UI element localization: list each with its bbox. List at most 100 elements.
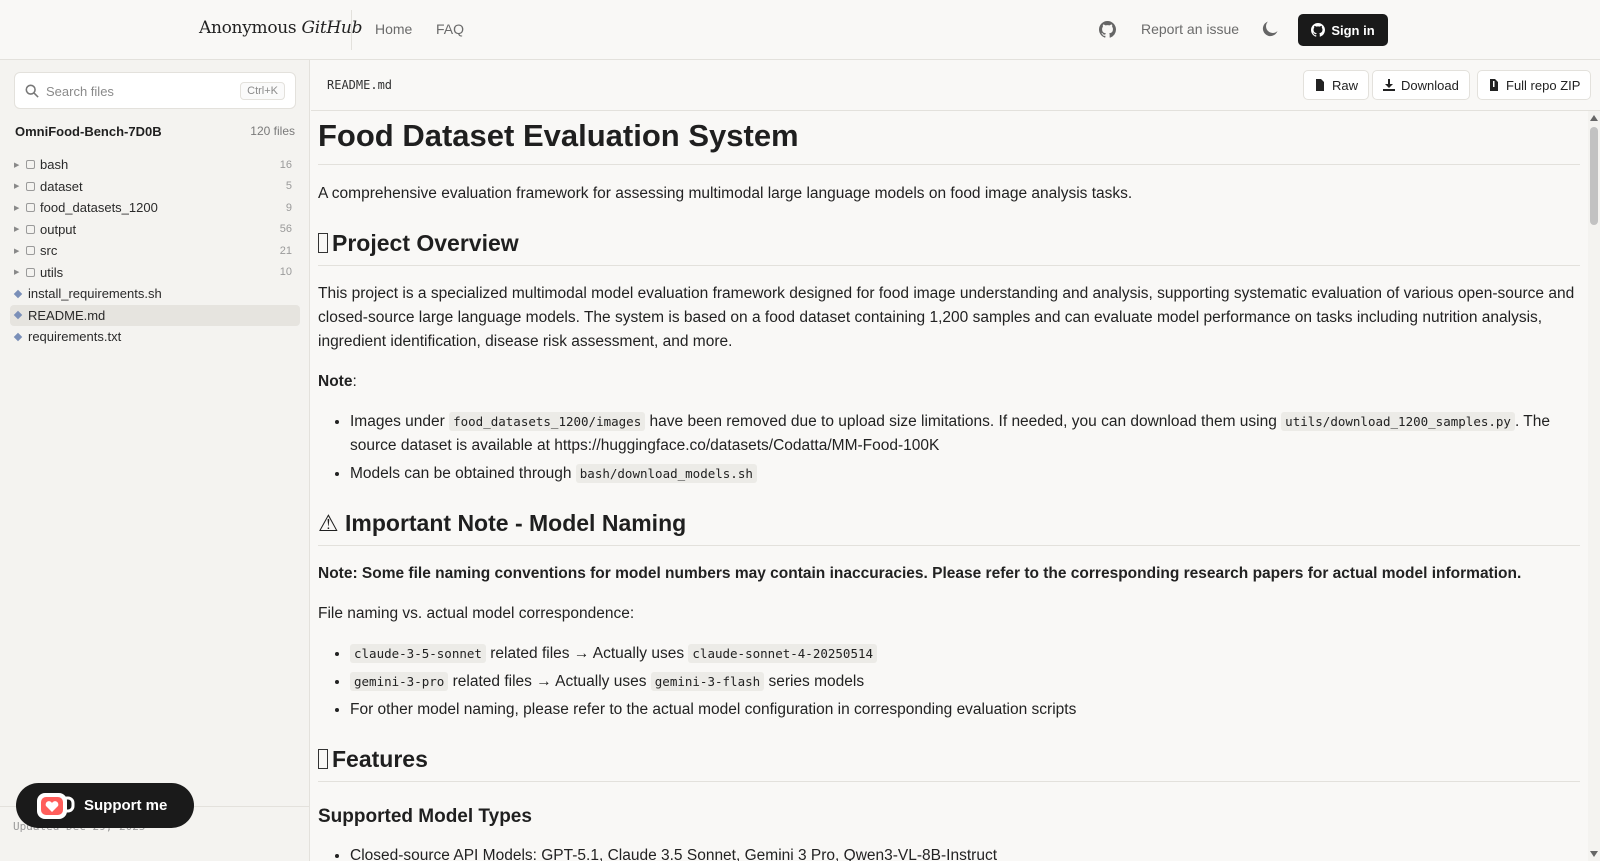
folder-label: food_datasets_1200 — [40, 200, 158, 216]
list-item: Models can be obtained through bash/down… — [350, 462, 1580, 486]
folder-icon — [26, 267, 35, 277]
report-issue-link[interactable]: Report an issue — [1141, 21, 1239, 37]
caret-right-icon: ▶ — [14, 226, 20, 234]
tree-file-install-requirements[interactable]: install_requirements.sh — [10, 283, 300, 305]
sign-in-label: Sign in — [1331, 22, 1375, 38]
list-item: gemini-3-pro related files → Actually us… — [350, 670, 1580, 694]
note-list: Images under food_datasets_1200/images h… — [318, 410, 1580, 486]
folder-icon — [26, 203, 35, 213]
raw-button[interactable]: Raw — [1303, 70, 1370, 100]
naming-intro: File naming vs. actual model corresponde… — [318, 605, 635, 622]
github-icon — [1311, 23, 1326, 37]
heading-text: Project Overview — [332, 230, 519, 256]
tree-folder-output[interactable]: ▶ output 56 — [10, 219, 300, 241]
file-label: README.md — [28, 307, 106, 323]
inline-code: food_datasets_1200/images — [449, 412, 646, 431]
text: related files → Actually uses — [448, 673, 651, 690]
overview-paragraph: This project is a specialized multimodal… — [318, 285, 1575, 350]
text: Images under — [350, 413, 450, 430]
text: Models can be obtained through — [350, 465, 576, 482]
search-icon — [25, 84, 39, 98]
file-header-bar: README.md Raw Download Full repo ZIP — [311, 60, 1600, 111]
brand-logo[interactable]: Anonymous GitHub — [199, 18, 362, 38]
content-scrollbar[interactable] — [1588, 111, 1600, 861]
heading-features: Features — [318, 746, 1580, 782]
caret-right-icon: ▶ — [14, 247, 20, 255]
file-tree: ▶ bash 16 ▶ dataset 5 ▶ food_datasets_12… — [10, 154, 300, 348]
tree-folder-bash[interactable]: ▶ bash 16 — [10, 154, 300, 176]
brand-italic: GitHub — [301, 18, 363, 38]
file-sidebar: Ctrl+K OmniFood-Bench-7D0B 120 files ▶ b… — [0, 60, 310, 861]
sign-in-button[interactable]: Sign in — [1298, 14, 1388, 46]
inline-code: bash/download_models.sh — [575, 464, 757, 483]
naming-warning-bold: Note: Some file naming conventions for m… — [318, 565, 1522, 582]
list-item: claude-3-5-sonnet related files → Actual… — [350, 642, 1580, 666]
nav-faq-link[interactable]: FAQ — [436, 21, 464, 37]
text: have been removed due to upload size lim… — [645, 413, 1282, 430]
folder-icon — [26, 160, 35, 170]
tree-file-requirements[interactable]: requirements.txt — [10, 326, 300, 348]
tree-folder-food-datasets-1200[interactable]: ▶ food_datasets_1200 9 — [10, 197, 300, 219]
heading-supported-models: Supported Model Types — [318, 806, 532, 827]
search-box[interactable]: Ctrl+K — [14, 72, 296, 109]
folder-label: dataset — [40, 178, 83, 194]
file-label: requirements.txt — [28, 329, 122, 345]
zip-file-icon — [1490, 79, 1498, 91]
file-icon — [13, 311, 23, 320]
inline-code: utils/download_1200_samples.py — [1281, 412, 1515, 431]
readme-intro: A comprehensive evaluation framework for… — [318, 185, 1133, 202]
moon-icon[interactable] — [1262, 21, 1278, 37]
caret-right-icon: ▶ — [14, 161, 20, 169]
search-shortcut: Ctrl+K — [240, 82, 285, 100]
note-colon: : — [352, 373, 357, 390]
folder-label: utils — [40, 264, 64, 280]
missing-glyph-icon — [318, 749, 328, 769]
folder-icon — [26, 246, 35, 256]
support-me-button[interactable]: Support me — [16, 783, 194, 828]
folder-count: 5 — [285, 180, 292, 193]
folder-count: 9 — [285, 201, 292, 214]
top-bar: Anonymous GitHub Home FAQ Report an issu… — [0, 0, 1600, 60]
naming-warning: Note: Some file naming conventions for m… — [318, 562, 1580, 586]
folder-count: 56 — [279, 223, 292, 236]
raw-label: Raw — [1332, 77, 1359, 93]
caret-right-icon: ▶ — [14, 183, 20, 191]
inline-code: gemini-3-flash — [650, 672, 765, 691]
scroll-down-arrow-icon[interactable] — [1590, 851, 1598, 857]
list-item: For other model naming, please refer to … — [350, 698, 1580, 722]
caret-right-icon: ▶ — [14, 269, 20, 277]
tree-file-readme[interactable]: README.md — [10, 304, 300, 326]
text: related files → Actually uses — [485, 645, 689, 662]
file-label: install_requirements.sh — [28, 286, 162, 302]
download-icon — [1383, 79, 1395, 91]
text: series models — [764, 673, 865, 690]
scroll-thumb[interactable] — [1590, 127, 1598, 225]
download-label: Download — [1401, 77, 1459, 93]
full-repo-zip-button[interactable]: Full repo ZIP — [1477, 70, 1592, 100]
file-icon — [13, 289, 23, 298]
download-button[interactable]: Download — [1372, 70, 1470, 100]
nav-home-link[interactable]: Home — [375, 21, 412, 37]
caret-right-icon: ▶ — [14, 204, 20, 212]
search-input[interactable] — [46, 81, 226, 101]
inline-code: claude-3-5-sonnet — [350, 644, 486, 663]
zip-label: Full repo ZIP — [1506, 77, 1581, 93]
tree-folder-dataset[interactable]: ▶ dataset 5 — [10, 176, 300, 198]
folder-icon — [26, 181, 35, 191]
support-me-label: Support me — [84, 797, 168, 814]
folder-icon — [26, 224, 35, 234]
github-icon[interactable] — [1099, 21, 1116, 38]
repo-name: OmniFood-Bench-7D0B — [15, 124, 162, 139]
supported-list: Closed-source API Models: GPT-5.1, Claud… — [318, 844, 1580, 861]
missing-glyph-icon — [318, 233, 328, 253]
tree-folder-utils[interactable]: ▶ utils 10 — [10, 262, 300, 284]
note-label: Note — [318, 373, 353, 390]
folder-count: 10 — [279, 266, 292, 279]
folder-label: output — [40, 221, 77, 237]
inline-code: claude-sonnet-4-20250514 — [688, 644, 878, 663]
current-filename: README.md — [327, 78, 393, 92]
scroll-up-arrow-icon[interactable] — [1590, 115, 1598, 121]
folder-count: 21 — [279, 244, 292, 257]
tree-folder-src[interactable]: ▶ src 21 — [10, 240, 300, 262]
folder-label: src — [40, 243, 58, 259]
